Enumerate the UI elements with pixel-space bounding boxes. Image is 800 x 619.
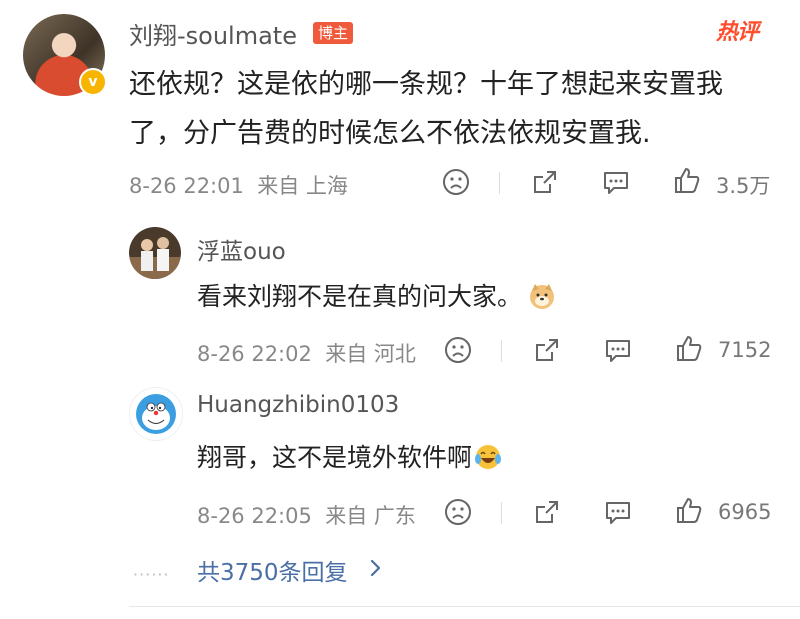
- comment-icon[interactable]: [602, 334, 634, 366]
- laugh-cry-emoji: [474, 443, 502, 471]
- divider: [499, 172, 500, 194]
- avatar[interactable]: [129, 387, 183, 441]
- reply-timestamp: 8-26 22:02 来自 河北: [197, 342, 416, 366]
- sad-face-icon[interactable]: [440, 166, 472, 198]
- chevron-right-icon[interactable]: [368, 556, 384, 584]
- repost-icon[interactable]: [531, 496, 563, 528]
- like-icon[interactable]: [673, 494, 705, 526]
- reply-username[interactable]: Huangzhibin0103: [197, 392, 399, 418]
- reply-text: 看来刘翔不是在真的问大家。: [197, 277, 556, 313]
- main-timestamp: 8-26 22:01 来自 上海: [129, 174, 348, 198]
- reply-text: 翔哥，这不是境外软件啊: [197, 438, 502, 474]
- more-replies-link[interactable]: 共3750条回复: [197, 553, 348, 587]
- comment-icon[interactable]: [602, 496, 634, 528]
- avatar[interactable]: [129, 227, 181, 279]
- comment-icon[interactable]: [600, 166, 632, 198]
- hot-comment-tag: 热评: [716, 20, 759, 45]
- main-username[interactable]: 刘翔-soulmate: [129, 16, 297, 51]
- like-count: 7152: [718, 338, 772, 362]
- reply-timestamp: 8-26 22:05 来自 广东: [197, 504, 416, 528]
- like-icon[interactable]: [673, 332, 705, 364]
- repost-icon[interactable]: [531, 334, 563, 366]
- like-icon[interactable]: [671, 164, 703, 196]
- divider: [501, 340, 502, 362]
- author-badge: 博主: [313, 22, 354, 44]
- divider: [129, 606, 800, 607]
- main-comment-text: 还依规？这是依的哪一条规？十年了想起来安置我了，分广告费的时候怎么不依法依规安置…: [129, 69, 723, 149]
- sad-face-icon[interactable]: [442, 496, 474, 528]
- like-count: 3.5万: [716, 174, 771, 198]
- verified-badge-icon: v: [79, 68, 107, 96]
- doge-emoji: [528, 282, 556, 310]
- sad-face-icon[interactable]: [442, 334, 474, 366]
- more-replies-dots: ······: [133, 565, 170, 584]
- repost-icon[interactable]: [529, 166, 561, 198]
- reply-username[interactable]: 浮蓝ouo: [197, 232, 286, 266]
- divider: [501, 502, 502, 524]
- like-count: 6965: [718, 500, 772, 524]
